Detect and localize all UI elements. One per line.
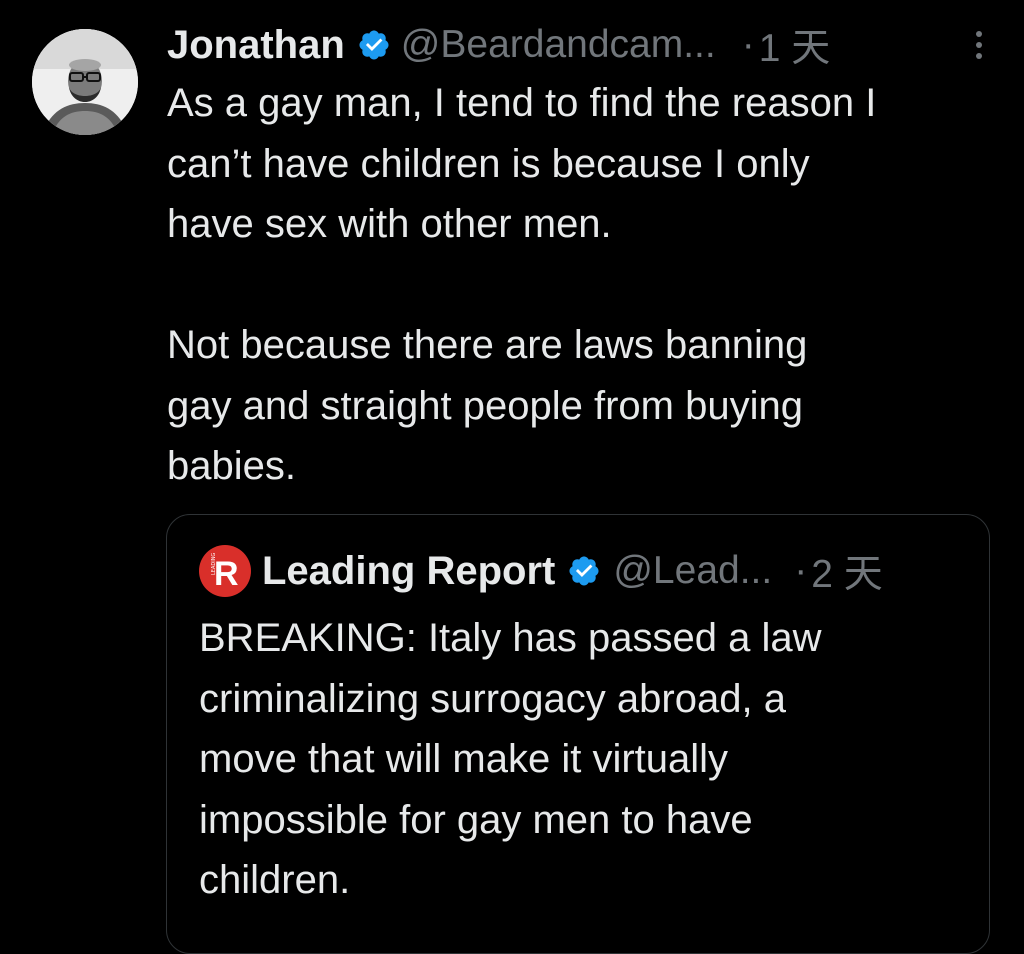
verified-badge-icon	[357, 28, 391, 62]
verified-badge-icon	[567, 554, 601, 588]
quoted-tweet-header: LEADING R Leading Report @Lead... · 2 天	[199, 545, 965, 597]
separator-dot: ·	[741, 23, 755, 66]
leading-report-logo: LEADING R	[199, 545, 251, 597]
tweet-timestamp[interactable]: 1 天	[759, 17, 831, 73]
author-handle[interactable]: @Beardandcam...	[401, 23, 716, 67]
tweet-header: Jonathan @Beardandcam... · 1 天	[167, 18, 984, 72]
avatar[interactable]	[32, 29, 138, 135]
quoted-tweet-timestamp[interactable]: 2 天	[811, 543, 883, 599]
separator-dot: ·	[794, 549, 808, 592]
tweet-text: As a gay man, I tend to find the reason …	[167, 81, 877, 488]
avatar-photo	[32, 29, 138, 135]
logo-letter: R	[214, 555, 239, 593]
quoted-tweet-text: BREAKING: Italy has passed a law crimina…	[199, 616, 822, 902]
quoted-author-name[interactable]: Leading Report	[262, 549, 555, 594]
author-name[interactable]: Jonathan	[167, 23, 345, 68]
more-options-icon[interactable]	[974, 18, 984, 72]
quoted-tweet[interactable]: LEADING R Leading Report @Lead... · 2 天 …	[166, 514, 990, 954]
quoted-author-handle[interactable]: @Lead...	[613, 549, 772, 593]
